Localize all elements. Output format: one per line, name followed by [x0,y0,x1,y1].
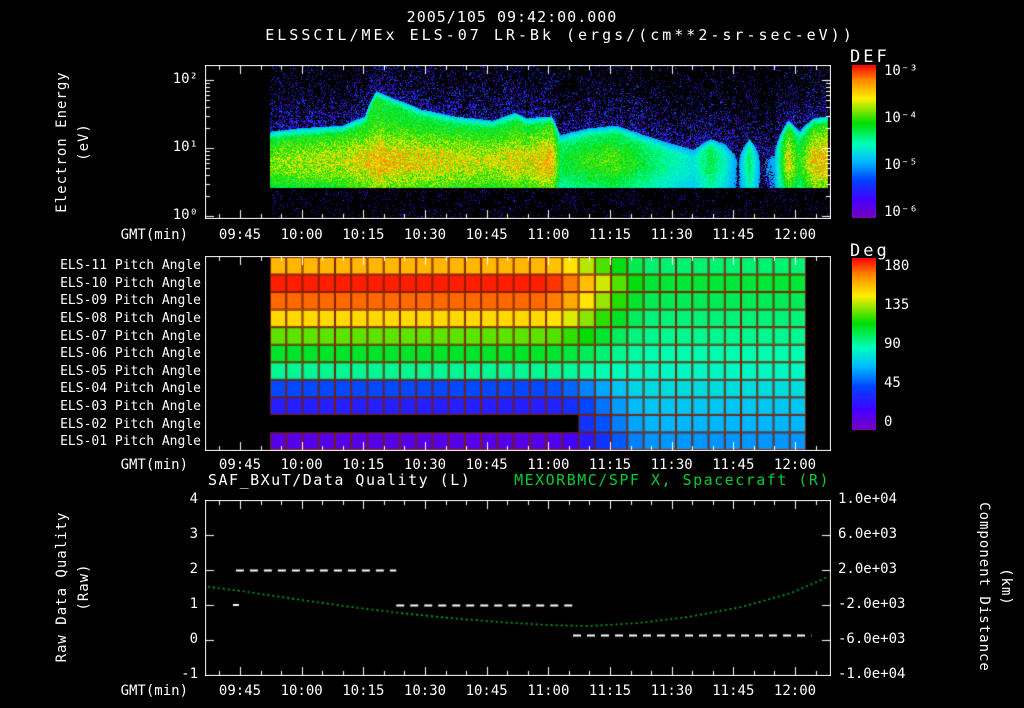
p3-right-axis-units-label: (km) [998,568,1014,606]
p3-right-series-title: MEXORBMC/SPF X, Spacecraft (R) [514,471,830,489]
pitch-row-label: ELS-10 Pitch Angle [60,275,201,291]
plot-window: 2005/105 09:42:00.000 ELSSCIL/MEx ELS-07… [0,0,1024,708]
def-colorbar-tick-label: 10⁻⁴ [884,110,918,126]
pitch-row-label: ELS-02 Pitch Angle [60,416,201,432]
pitch-row-label: ELS-06 Pitch Angle [60,346,201,362]
x-tick-label: 11:15 [588,683,632,699]
pitch-row-label: ELS-05 Pitch Angle [60,363,201,379]
def-colorbar-tick-label: 10⁻⁶ [884,204,918,220]
x-tick-label: 11:45 [712,227,755,243]
x-tick-label: 10:45 [465,227,508,243]
p3-right-y-tick-label: -1.0e+04 [838,666,906,682]
deg-colorbar-tick-label: 180 [884,258,910,274]
pitch-row-label: ELS-08 Pitch Angle [60,310,201,326]
x-tick-label: 11:45 [712,683,755,699]
p3-left-y-tick-label: 3 [189,526,198,542]
p1-y-tick-label: 10² [172,71,198,87]
x-tick-label: 11:45 [712,457,755,473]
p3-left-axis-label: Raw Data Quality [54,511,70,663]
p1-y-axis-units-label: (eV) [76,123,92,161]
pitch-row-label: ELS-07 Pitch Angle [60,328,201,344]
x-tick-label: 09:45 [218,683,262,699]
x-tick-label: 10:15 [342,227,385,243]
x-tick-label: 11:00 [527,457,570,473]
p3-left-y-tick-label: 4 [189,491,198,507]
quality-distance-canvas [205,500,831,676]
p3-right-y-tick-label: 1.0e+04 [838,491,898,507]
p1-y-tick-label: 10¹ [172,139,198,155]
x-tick-label: 09:45 [218,457,262,473]
p3-left-y-tick-label: 1 [189,596,198,612]
pitch-row-label: ELS-04 Pitch Angle [60,381,201,397]
p3-left-y-tick-label: -1 [181,666,198,682]
x-tick-label: 11:30 [650,227,693,243]
x-tick-label: 12:00 [773,457,817,473]
x-tick-label: 10:00 [280,227,323,243]
p3-right-y-tick-label: 2.0e+03 [838,561,898,577]
plot-title: ELSSCIL/MEx ELS-07 LR-Bk (ergs/(cm**2-sr… [265,26,855,44]
timestamp-title: 2005/105 09:42:00.000 [406,8,618,26]
pitch-row-label: ELS-11 Pitch Angle [60,258,201,273]
p3-right-y-tick-label: -2.0e+03 [838,596,906,612]
x-tick-label: 11:15 [588,457,632,473]
x-axis-title: GMT(min) [120,227,188,243]
deg-colorbar-tick-label: 45 [884,375,901,391]
p3-left-axis-units-label: (Raw) [76,563,92,611]
pitch-row-label: ELS-03 Pitch Angle [60,399,201,415]
electron-spectrogram-canvas [205,65,831,219]
deg-colorbar [852,258,876,430]
x-tick-label: 10:30 [403,683,447,699]
def-colorbar-tick-label: 10⁻³ [884,63,918,79]
p3-left-y-tick-label: 2 [189,561,198,577]
x-tick-label: 11:00 [527,683,570,699]
x-tick-label: 12:00 [773,227,817,243]
p3-right-y-tick-label: 6.0e+03 [838,526,898,542]
x-tick-label: 10:30 [403,457,447,473]
x-axis-title: GMT(min) [120,683,188,699]
deg-colorbar-tick-label: 0 [884,414,893,430]
deg-colorbar-tick-label: 135 [884,297,910,313]
x-tick-label: 11:00 [527,227,570,243]
p3-right-axis-label: Component Distance [976,502,992,672]
x-axis-title: GMT(min) [120,457,188,473]
x-tick-label: 11:15 [588,227,632,243]
x-tick-label: 12:00 [773,683,817,699]
p1-y-axis-label: Electron Energy [54,71,70,213]
x-tick-label: 10:45 [465,683,508,699]
p1-y-tick-label: 10⁰ [172,207,198,223]
pitch-row-label: ELS-09 Pitch Angle [60,293,201,309]
pitch-row-label: ELS-01 Pitch Angle [60,434,201,450]
def-colorbar [852,65,876,218]
def-colorbar-tick-label: 10⁻⁵ [884,157,918,173]
x-tick-label: 10:15 [342,683,385,699]
x-tick-label: 11:30 [650,457,693,473]
deg-colorbar-tick-label: 90 [884,336,901,352]
x-tick-label: 10:15 [342,457,385,473]
pitch-angle-canvas [205,256,831,451]
x-tick-label: 11:30 [650,683,693,699]
p3-left-y-tick-label: 0 [189,631,198,647]
p3-right-y-tick-label: -6.0e+03 [838,631,906,647]
x-tick-label: 10:30 [403,227,447,243]
x-tick-label: 09:45 [218,227,262,243]
x-tick-label: 10:00 [280,683,323,699]
x-tick-label: 10:45 [465,457,508,473]
x-tick-label: 10:00 [280,457,323,473]
